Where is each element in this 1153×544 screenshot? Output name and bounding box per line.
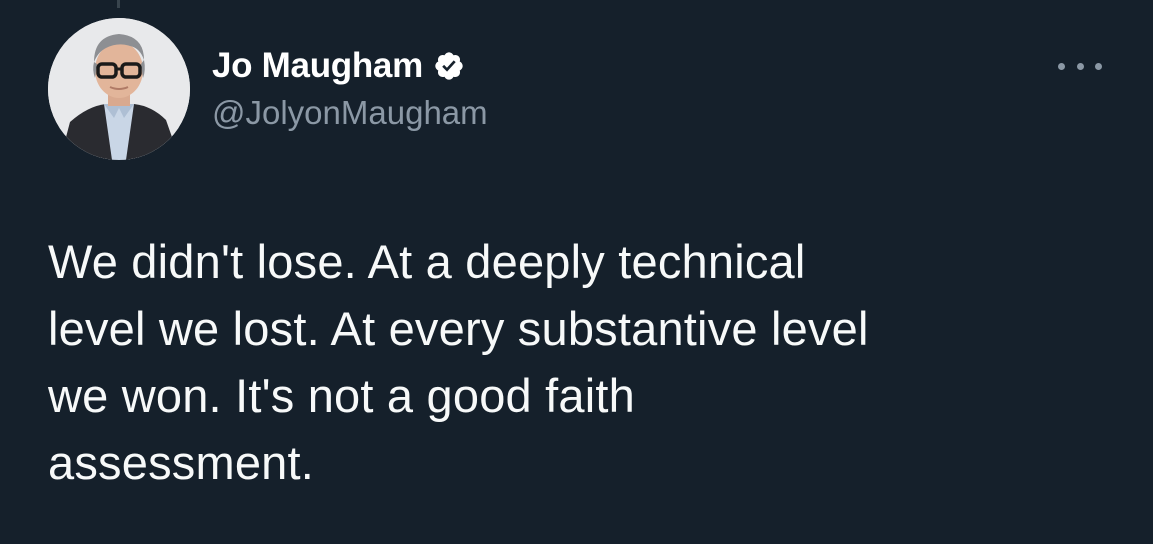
- more-horizontal-icon: [1058, 62, 1065, 70]
- tweet-text-line: We didn't lose. At a deeply technical: [48, 235, 806, 288]
- tweet-header: Jo Maugham @JolyonMaugham: [212, 44, 488, 132]
- verified-badge-icon: [433, 50, 465, 82]
- more-horizontal-icon-dot: [1095, 62, 1102, 70]
- tweet-body-text: We didn't lose. At a deeply technical le…: [48, 228, 1128, 496]
- tweet-text-line: assessment.: [48, 436, 315, 489]
- author-avatar[interactable]: [48, 18, 190, 160]
- more-options-button[interactable]: [1058, 56, 1102, 76]
- author-display-name[interactable]: Jo Maugham: [212, 46, 423, 86]
- tweet-text-line: level we lost. At every substantive leve…: [48, 302, 869, 355]
- thread-connector-line: [117, 0, 120, 8]
- author-handle[interactable]: @JolyonMaugham: [212, 94, 488, 132]
- profile-photo-icon: [48, 18, 190, 160]
- tweet-card[interactable]: Jo Maugham @JolyonMaugham We didn't lose…: [0, 0, 1153, 544]
- tweet-text-line: we won. It's not a good faith: [48, 369, 635, 422]
- author-name-row: Jo Maugham: [212, 44, 488, 88]
- more-horizontal-icon-dot: [1076, 62, 1084, 70]
